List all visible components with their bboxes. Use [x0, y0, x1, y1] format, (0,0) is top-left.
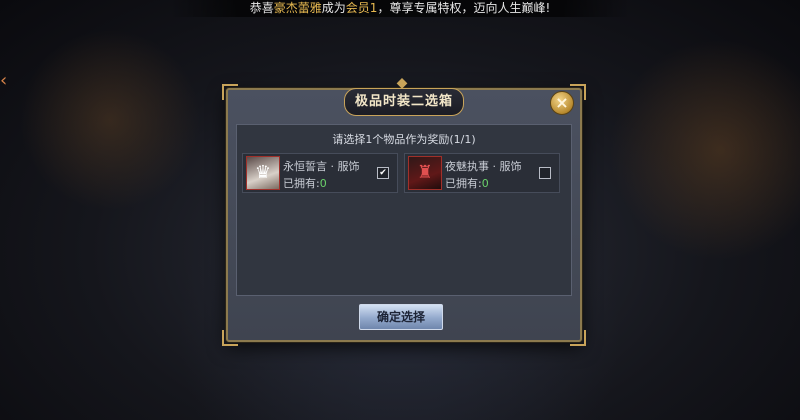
dialog-title: 极品时装二选箱 — [344, 88, 464, 116]
item-name: 夜魅执事 · 服饰 — [445, 160, 522, 173]
frame-corner — [222, 84, 238, 100]
frame-corner — [570, 330, 586, 346]
owned-count: 已拥有:0 — [445, 175, 489, 191]
close-button[interactable]: × — [550, 91, 574, 115]
costume-white-icon[interactable]: ♛ — [246, 156, 280, 190]
reward-panel: 请选择1个物品作为奖励(1/1) ♛ 永恒誓言 · 服饰 已拥有:0 ✔ ♜ 夜… — [236, 124, 572, 296]
item-name: 永恒誓言 · 服饰 — [283, 160, 360, 173]
item-checkbox[interactable]: ✔ — [377, 167, 389, 179]
confirm-button[interactable]: 确定选择 — [359, 304, 443, 330]
announcement-banner: 恭喜豪杰蕾雅成为会员1，尊享专属特权，迈向人生巅峰! — [170, 0, 630, 17]
announcement-middle: 成为 — [321, 1, 346, 15]
owned-count: 已拥有:0 — [283, 175, 327, 191]
announcement-player: 豪杰蕾雅 — [273, 1, 322, 15]
reward-item[interactable]: ♛ 永恒誓言 · 服饰 已拥有:0 ✔ — [242, 153, 398, 193]
reward-item[interactable]: ♜ 夜魅执事 · 服饰 已拥有:0 — [404, 153, 560, 193]
costume-dark-icon[interactable]: ♜ — [408, 156, 442, 190]
owned-number: 0 — [481, 177, 489, 190]
left-arrow-icon[interactable]: ‹ — [0, 72, 14, 90]
owned-number: 0 — [319, 177, 327, 190]
selection-prompt: 请选择1个物品作为奖励(1/1) — [332, 133, 476, 146]
owned-label: 已拥有: — [445, 177, 482, 190]
reward-choice-dialog: ◆ 极品时装二选箱 × 请选择1个物品作为奖励(1/1) ♛ 永恒誓言 · 服饰… — [222, 76, 586, 346]
item-checkbox[interactable] — [539, 167, 551, 179]
announcement-prefix: 恭喜 — [249, 1, 274, 15]
frame-corner — [222, 330, 238, 346]
announcement-rank: 会员1 — [345, 1, 378, 15]
owned-label: 已拥有: — [283, 177, 320, 190]
announcement-suffix: ，尊享专属特权，迈向人生巅峰! — [377, 1, 551, 15]
